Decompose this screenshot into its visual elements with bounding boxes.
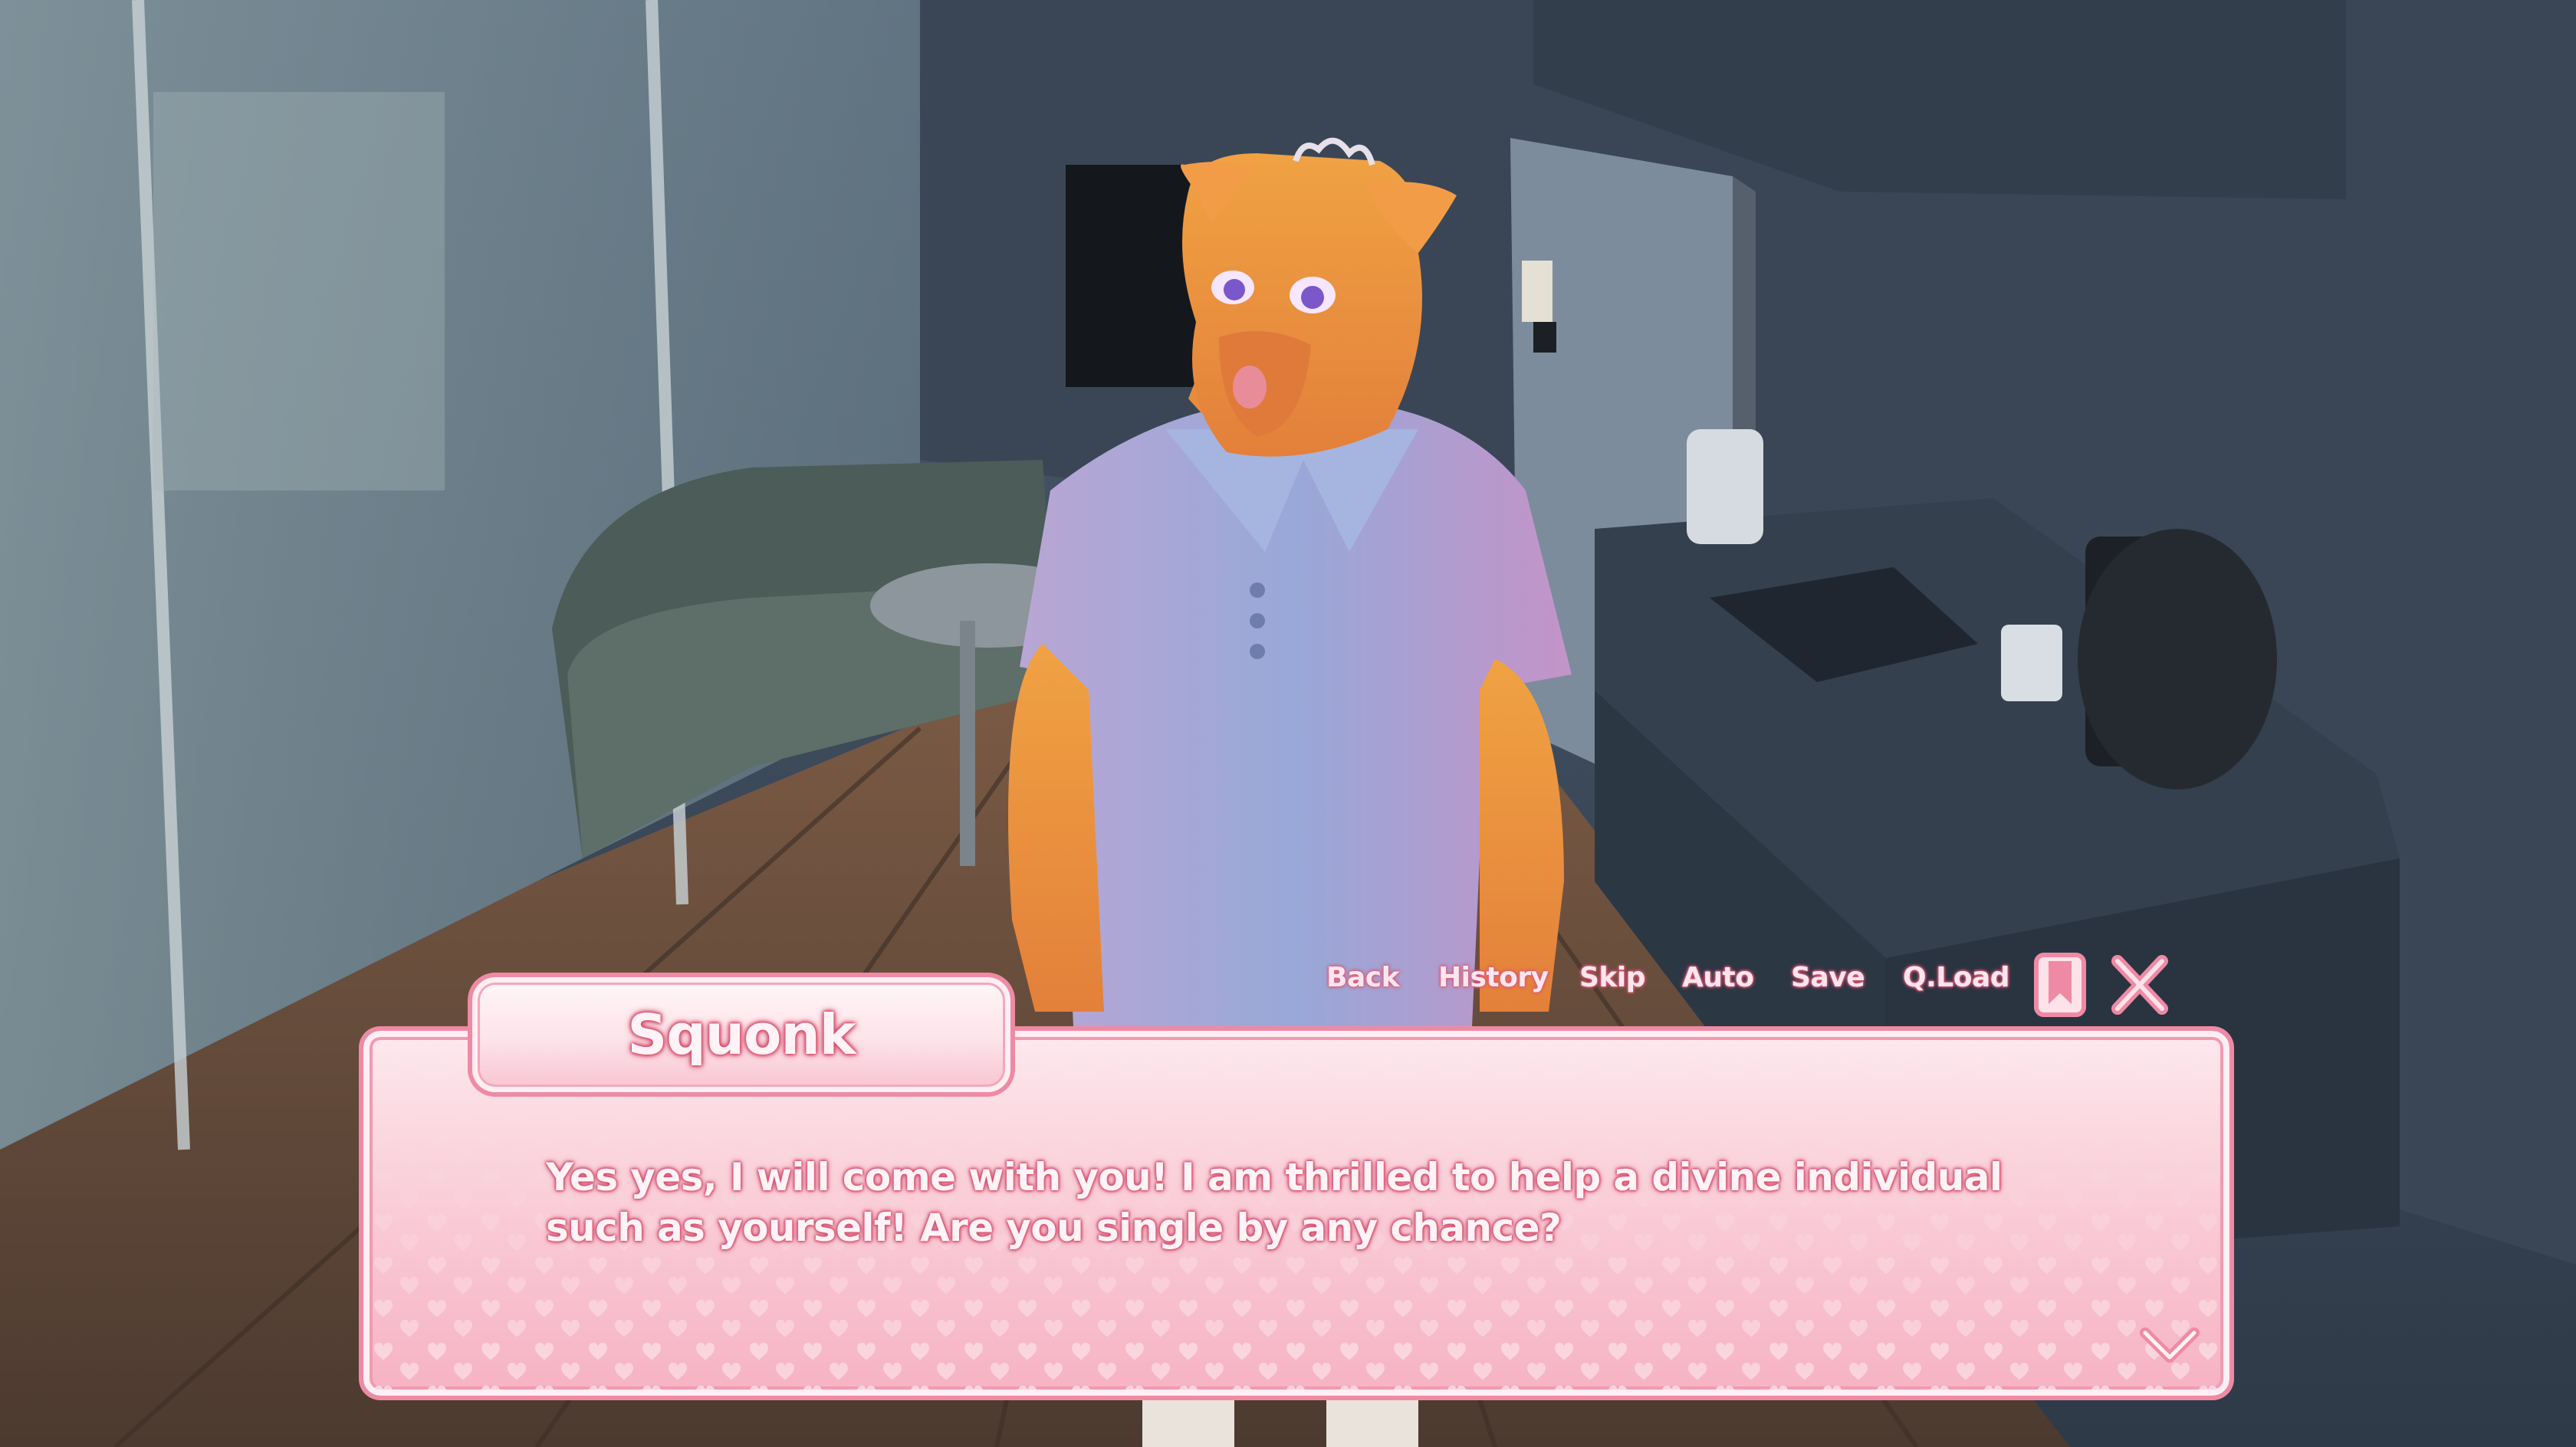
auto-button[interactable]: Auto — [1682, 962, 1754, 993]
speaker-namebox: Squonk — [472, 977, 1010, 1092]
bookmark-icon[interactable] — [2032, 950, 2088, 1019]
qload-button[interactable]: Q.Load — [1903, 962, 2010, 993]
dialogue-text: Yes yes, I will come with you! I am thri… — [546, 1155, 2003, 1250]
back-button[interactable]: Back — [1326, 962, 1400, 993]
history-button[interactable]: History — [1438, 962, 1549, 993]
chevron-down-icon[interactable] — [2139, 1322, 2200, 1368]
skip-button[interactable]: Skip — [1579, 962, 1645, 993]
speaker-name: Squonk — [627, 1002, 856, 1067]
save-button[interactable]: Save — [1791, 962, 1865, 993]
close-x-icon[interactable] — [2107, 950, 2173, 1019]
